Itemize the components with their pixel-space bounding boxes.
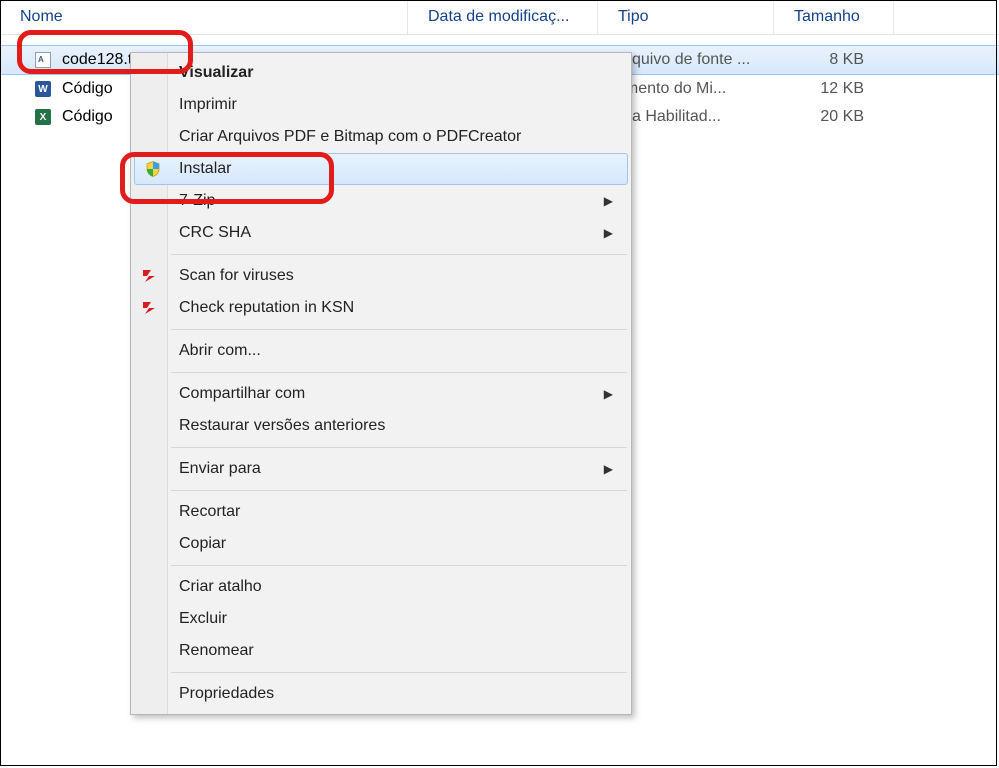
file-size: 20 KB — [774, 108, 894, 126]
menu-label: Abrir com... — [179, 342, 261, 360]
file-name: Código — [62, 108, 113, 126]
kaspersky-icon — [139, 266, 159, 286]
menu-label: Compartilhar com — [179, 385, 305, 403]
menu-separator — [171, 490, 627, 491]
file-size: 8 KB — [774, 51, 894, 69]
menu-item-recortar[interactable]: Recortar — [131, 496, 631, 528]
menu-label: Scan for viruses — [179, 267, 294, 285]
menu-label: Instalar — [179, 160, 231, 178]
menu-separator — [171, 372, 627, 373]
menu-item-crcsha[interactable]: CRC SHA ▶ — [131, 217, 631, 249]
menu-label: Check reputation in KSN — [179, 299, 354, 317]
submenu-arrow-icon: ▶ — [604, 226, 613, 240]
menu-item-excluir[interactable]: Excluir — [131, 603, 631, 635]
menu-separator — [171, 672, 627, 673]
menu-separator — [171, 254, 627, 255]
menu-item-imprimir[interactable]: Imprimir — [131, 89, 631, 121]
menu-label: Restaurar versões anteriores — [179, 417, 385, 435]
column-header-size[interactable]: Tamanho — [774, 0, 894, 34]
context-menu: Visualizar Imprimir Criar Arquivos PDF e… — [130, 52, 632, 715]
menu-label: 7-Zip — [179, 192, 215, 210]
menu-label: Criar atalho — [179, 578, 262, 596]
submenu-arrow-icon: ▶ — [604, 387, 613, 401]
menu-item-scan-viruses[interactable]: Scan for viruses — [131, 260, 631, 292]
word-file-icon: W — [34, 80, 52, 98]
menu-item-7zip[interactable]: 7-Zip ▶ — [131, 185, 631, 217]
column-header-name[interactable]: Nome — [0, 0, 408, 34]
menu-label: Enviar para — [179, 460, 261, 478]
kaspersky-icon — [139, 298, 159, 318]
menu-label: Imprimir — [179, 96, 237, 114]
menu-item-criar-atalho[interactable]: Criar atalho — [131, 571, 631, 603]
menu-label: CRC SHA — [179, 224, 251, 242]
menu-label: Copiar — [179, 535, 226, 553]
submenu-arrow-icon: ▶ — [604, 462, 613, 476]
column-header-type[interactable]: Tipo — [598, 0, 774, 34]
submenu-arrow-icon: ▶ — [604, 194, 613, 208]
menu-separator — [171, 329, 627, 330]
menu-separator — [171, 447, 627, 448]
menu-item-restaurar[interactable]: Restaurar versões anteriores — [131, 410, 631, 442]
font-file-icon: A — [34, 51, 52, 69]
menu-item-compartilhar[interactable]: Compartilhar com ▶ — [131, 378, 631, 410]
column-headers: Nome Data de modificaç... Tipo Tamanho — [0, 0, 999, 35]
menu-item-visualizar[interactable]: Visualizar — [131, 57, 631, 89]
menu-label: Criar Arquivos PDF e Bitmap com o PDFCre… — [179, 128, 521, 146]
excel-file-icon: X — [34, 108, 52, 126]
menu-item-copiar[interactable]: Copiar — [131, 528, 631, 560]
file-size: 12 KB — [774, 80, 894, 98]
menu-item-propriedades[interactable]: Propriedades — [131, 678, 631, 710]
menu-label: Renomear — [179, 642, 254, 660]
menu-item-pdfcreator[interactable]: Criar Arquivos PDF e Bitmap com o PDFCre… — [131, 121, 631, 153]
uac-shield-icon — [143, 159, 163, 179]
menu-item-enviar-para[interactable]: Enviar para ▶ — [131, 453, 631, 485]
menu-item-abrir-com[interactable]: Abrir com... — [131, 335, 631, 367]
menu-separator — [171, 565, 627, 566]
menu-label: Excluir — [179, 610, 227, 628]
file-name: Código — [62, 80, 113, 98]
menu-item-ksn[interactable]: Check reputation in KSN — [131, 292, 631, 324]
column-header-date[interactable]: Data de modificaç... — [408, 0, 598, 34]
menu-label: Visualizar — [179, 64, 253, 82]
menu-label: Recortar — [179, 503, 240, 521]
menu-item-instalar[interactable]: Instalar — [134, 153, 628, 185]
menu-label: Propriedades — [179, 685, 274, 703]
menu-item-renomear[interactable]: Renomear — [131, 635, 631, 667]
